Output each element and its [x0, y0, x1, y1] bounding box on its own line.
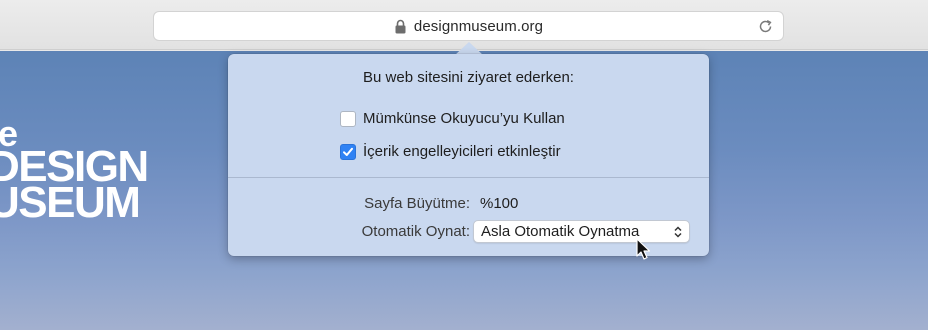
reader-option[interactable]: Mümkünse Okuyucu’yu Kullan — [340, 110, 565, 127]
content-blocker-checkbox[interactable] — [340, 143, 356, 160]
page-zoom-label: Sayfa Büyütme: — [364, 195, 470, 212]
checkmark-icon — [343, 147, 353, 156]
content-blocker-option[interactable]: İçerik engelleyicileri etkinleştir — [340, 143, 561, 160]
autoplay-selected-value: Asla Otomatik Oynatma — [481, 223, 640, 240]
popover-title: Bu web sitesini ziyaret ederken: — [363, 69, 574, 86]
reload-icon[interactable] — [757, 18, 774, 35]
mouse-pointer-icon — [636, 238, 651, 260]
page-zoom-value[interactable]: %100 — [480, 195, 518, 212]
design-museum-logo: e DESIGN USEUM — [0, 116, 149, 227]
divider — [228, 177, 709, 178]
website-settings-popover: Bu web sitesini ziyaret ederken: Mümküns… — [228, 54, 709, 256]
select-arrows-icon — [674, 226, 682, 238]
autoplay-label: Otomatik Oynat: — [361, 223, 470, 240]
address-bar[interactable]: designmuseum.org — [153, 11, 784, 41]
reader-checkbox[interactable] — [340, 110, 356, 127]
autoplay-select[interactable]: Asla Otomatik Oynatma — [473, 220, 690, 243]
lock-icon — [395, 19, 406, 33]
logo-line: USEUM — [0, 178, 141, 227]
url-text: designmuseum.org — [413, 17, 544, 35]
content-blocker-label: İçerik engelleyicileri etkinleştir — [363, 143, 561, 160]
reader-label: Mümkünse Okuyucu’yu Kullan — [363, 110, 565, 127]
